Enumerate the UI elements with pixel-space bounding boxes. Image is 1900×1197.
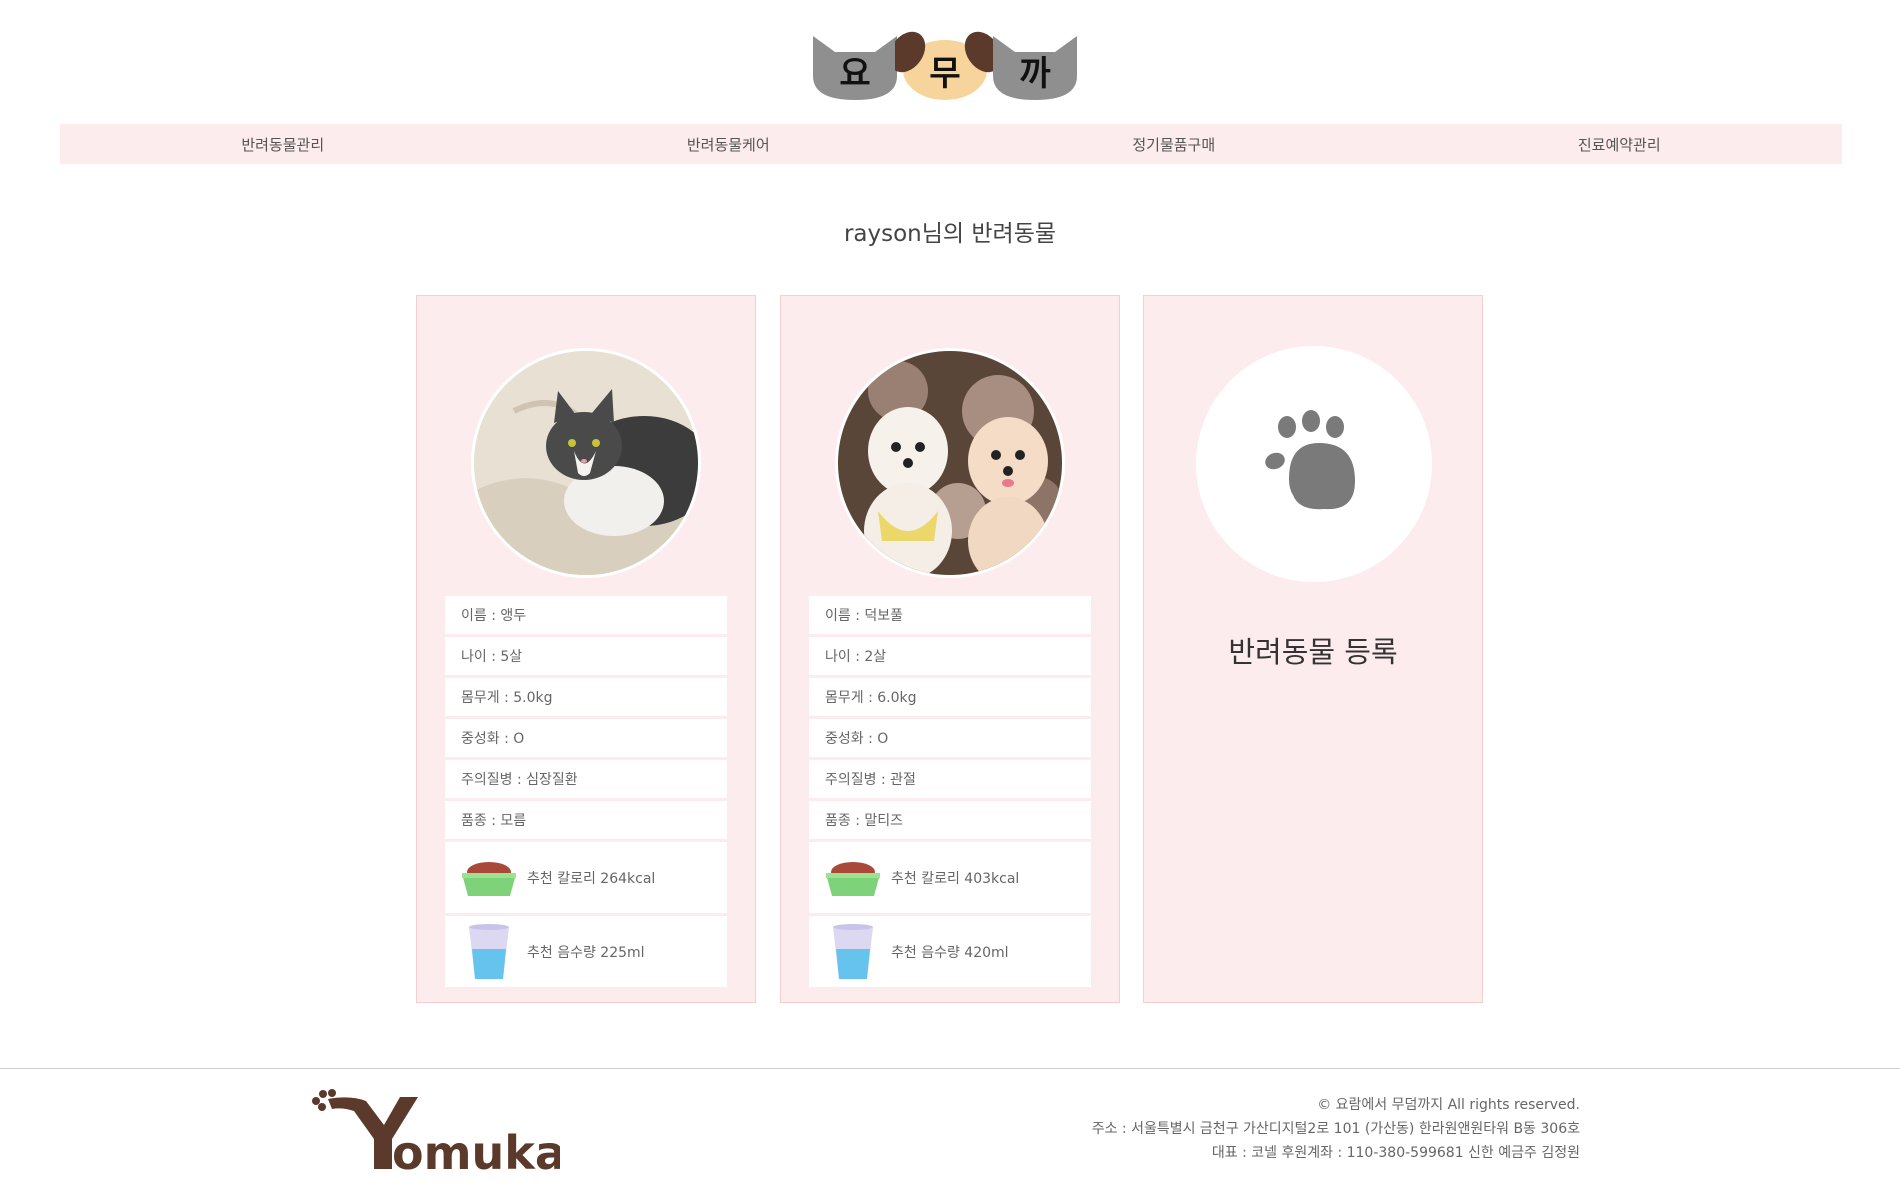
add-pet-circle[interactable] — [1196, 346, 1432, 582]
footer-ceo: 대표 : 코넬 후원계좌 : 110-380-599681 신한 예금주 김정원 — [1211, 1145, 1580, 1161]
dog-head-icon: 무 — [888, 26, 1002, 102]
nav-item-appointment[interactable]: 진료예약관리 — [1397, 124, 1843, 164]
recommended-water: 추천 음수량 225ml — [527, 944, 645, 961]
main-nav: 반려동물관리 반려동물케어 정기물품구매 진료예약관리 — [60, 124, 1842, 164]
page-title: rayson님의 반려동물 — [843, 221, 1057, 247]
pet-neutered: 중성화 : O — [809, 719, 1091, 757]
logo-char-2: 무 — [929, 54, 961, 94]
recommended-water: 추천 음수량 420ml — [891, 944, 1009, 961]
recommended-calorie: 추천 칼로리 264kcal — [527, 870, 656, 887]
pet-info-list: 이름 : 앵두 나이 : 5살 몸무게 : 5.0kg 중성화 : O 주의질병… — [445, 596, 727, 990]
calorie-row: 추천 칼로리 403kcal — [809, 842, 1091, 913]
pet-photo[interactable] — [835, 348, 1065, 578]
footer-info: © 요람에서 무덤까지 All rights reserved. 주소 : 서울… — [1092, 1093, 1580, 1165]
pet-weight: 몸무게 : 6.0kg — [809, 678, 1091, 716]
cat-head-icon: 요 — [805, 26, 905, 102]
water-row: 추천 음수량 225ml — [445, 916, 727, 987]
footer-logo[interactable]: omuka — [310, 1085, 566, 1181]
site-logo[interactable]: 요 무 까 — [795, 18, 1095, 108]
pet-name: 이름 : 덕보풀 — [809, 596, 1091, 634]
pet-weight: 몸무게 : 5.0kg — [445, 678, 727, 716]
pet-breed: 품종 : 모름 — [445, 801, 727, 839]
svg-text:omuka: omuka — [392, 1126, 560, 1180]
recommended-calorie: 추천 칼로리 403kcal — [891, 870, 1020, 887]
footer-copyright: © 요람에서 무덤까지 All rights reserved. — [1317, 1097, 1580, 1113]
pet-card: 이름 : 덕보풀 나이 : 2살 몸무게 : 6.0kg 중성화 : O 주의질… — [780, 295, 1120, 1003]
pet-age: 나이 : 5살 — [445, 637, 727, 675]
pet-age: 나이 : 2살 — [809, 637, 1091, 675]
water-cup-icon — [823, 922, 883, 982]
food-bowl-icon — [459, 848, 519, 908]
water-row: 추천 음수량 420ml — [809, 916, 1091, 987]
food-bowl-icon — [823, 848, 883, 908]
calorie-row: 추천 칼로리 264kcal — [445, 842, 727, 913]
pet-info-list: 이름 : 덕보풀 나이 : 2살 몸무게 : 6.0kg 중성화 : O 주의질… — [809, 596, 1091, 990]
paw-icon — [1265, 410, 1355, 510]
pet-disease: 주의질병 : 관절 — [809, 760, 1091, 798]
cat-head-icon: 까 — [985, 26, 1085, 102]
nav-item-subscription[interactable]: 정기물품구매 — [951, 124, 1397, 164]
pet-photo[interactable] — [471, 348, 701, 578]
water-cup-icon — [459, 922, 519, 982]
pet-card: 이름 : 앵두 나이 : 5살 몸무게 : 5.0kg 중성화 : O 주의질병… — [416, 295, 756, 1003]
nav-item-pet-care[interactable]: 반려동물케어 — [506, 124, 952, 164]
footer-address: 주소 : 서울특별시 금천구 가산디지털2로 101 (가산동) 한라원앤원타워… — [1091, 1121, 1580, 1137]
logo-char-3: 까 — [1019, 54, 1051, 94]
add-pet-card[interactable]: 반려동물 등록 — [1143, 295, 1483, 1003]
logo-char-1: 요 — [839, 54, 871, 94]
add-pet-label: 반려동물 등록 — [1228, 635, 1398, 669]
footer-divider — [0, 1068, 1900, 1069]
pet-disease: 주의질병 : 심장질환 — [445, 760, 727, 798]
pet-breed: 품종 : 말티즈 — [809, 801, 1091, 839]
pet-name: 이름 : 앵두 — [445, 596, 727, 634]
pet-neutered: 중성화 : O — [445, 719, 727, 757]
nav-item-pet-management[interactable]: 반려동물관리 — [60, 124, 506, 164]
